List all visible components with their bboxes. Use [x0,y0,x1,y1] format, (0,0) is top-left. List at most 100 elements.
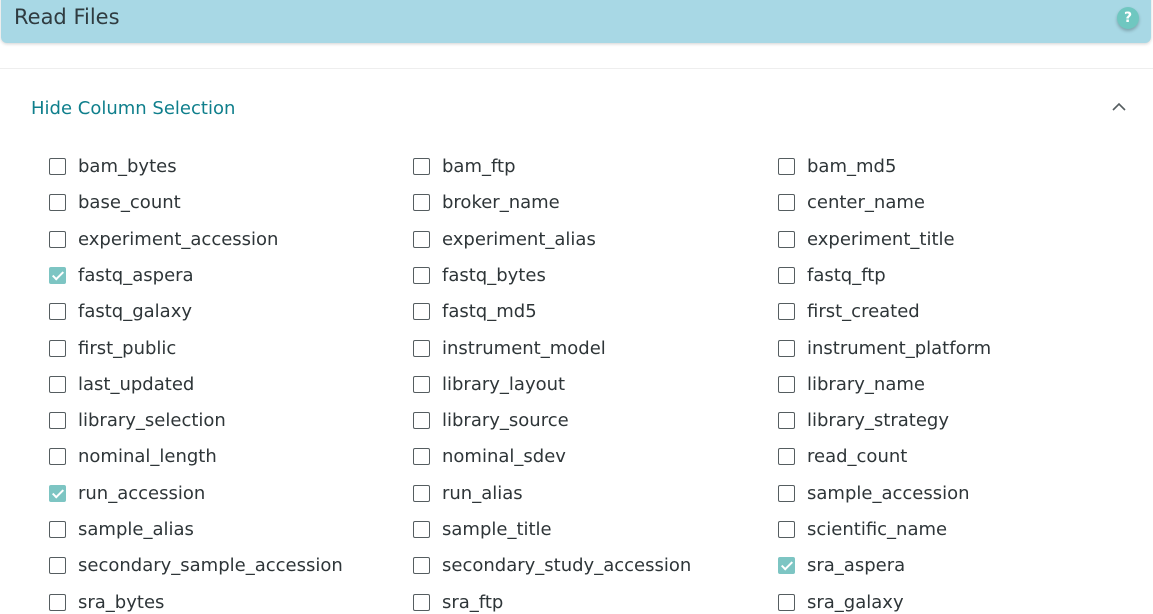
checkbox[interactable] [413,193,430,211]
column-option-scientific-name[interactable]: scientific_name [778,517,947,541]
checkbox[interactable] [413,375,430,393]
column-option-label: library_name [807,373,925,395]
checkbox[interactable] [778,520,795,538]
column-option-instrument-model[interactable]: instrument_model [413,336,606,360]
checkbox[interactable] [413,411,430,429]
column-option-experiment-alias[interactable]: experiment_alias [413,227,596,251]
column-option-label: instrument_model [442,337,606,359]
column-option-sample-accession[interactable]: sample_accession [778,481,970,505]
hide-column-selection-link[interactable]: Hide Column Selection [31,98,235,119]
column-option-last-updated[interactable]: last_updated [49,372,194,396]
checkbox[interactable] [413,484,430,502]
checkbox[interactable] [49,230,66,248]
column-option-instrument-platform[interactable]: instrument_platform [778,336,991,360]
column-option-fastq-aspera[interactable]: fastq_aspera [49,263,194,287]
checkbox[interactable] [413,266,430,284]
checkbox[interactable] [413,302,430,320]
checkbox[interactable] [778,193,795,211]
checkbox[interactable] [413,556,430,574]
column-option-label: library_source [442,409,569,431]
checkbox[interactable] [778,593,795,611]
checkbox[interactable] [413,447,430,465]
column-option-label: first_created [807,300,920,322]
column-option-bam-ftp[interactable]: bam_ftp [413,154,516,178]
checkbox[interactable] [49,375,66,393]
checkbox[interactable] [778,484,795,502]
column-option-label: library_strategy [807,409,949,431]
column-option-label: experiment_accession [78,228,279,250]
checkbox[interactable] [49,157,66,175]
checkbox[interactable] [49,193,66,211]
checkbox[interactable] [778,157,795,175]
column-option-label: sample_alias [78,518,194,540]
checkbox[interactable] [413,157,430,175]
checkbox[interactable] [49,411,66,429]
column-option-sample-alias[interactable]: sample_alias [49,517,194,541]
column-option-label: first_public [78,337,177,359]
column-option-library-strategy[interactable]: library_strategy [778,408,949,432]
column-option-secondary-sample-accession[interactable]: secondary_sample_accession [49,553,343,577]
column-option-nominal-sdev[interactable]: nominal_sdev [413,444,566,468]
checkbox-checked[interactable] [778,556,795,574]
column-option-label: fastq_galaxy [78,300,193,322]
checkbox[interactable] [778,230,795,248]
checkbox[interactable] [778,302,795,320]
column-option-label: sra_aspera [807,554,906,576]
checkbox[interactable] [49,556,66,574]
checkbox[interactable] [49,447,66,465]
column-option-run-accession[interactable]: run_accession [49,481,205,505]
chevron-up-icon[interactable] [1112,102,1126,112]
column-option-label: scientific_name [807,518,948,540]
column-option-label: last_updated [78,373,195,395]
checkbox[interactable] [413,520,430,538]
column-option-label: nominal_length [78,445,217,467]
column-option-bam-md5[interactable]: bam_md5 [778,154,896,178]
checkbox-checked[interactable] [49,266,66,284]
column-option-base-count[interactable]: base_count [49,190,181,214]
column-option-sra-ftp[interactable]: sra_ftp [413,590,503,614]
column-option-library-layout[interactable]: library_layout [413,372,565,396]
column-option-sra-galaxy[interactable]: sra_galaxy [778,590,904,614]
column-option-fastq-md5[interactable]: fastq_md5 [413,299,537,323]
column-option-library-name[interactable]: library_name [778,372,925,396]
column-option-center-name[interactable]: center_name [778,190,925,214]
checkbox[interactable] [778,266,795,284]
column-option-fastq-bytes[interactable]: fastq_bytes [413,263,546,287]
column-option-sra-bytes[interactable]: sra_bytes [49,590,164,614]
column-option-read-count[interactable]: read_count [778,444,907,468]
page-title: Read Files [14,5,120,29]
column-option-experiment-title[interactable]: experiment_title [778,227,955,251]
column-option-library-source[interactable]: library_source [413,408,569,432]
column-option-label: sra_ftp [442,591,504,613]
checkbox[interactable] [778,375,795,393]
column-option-first-public[interactable]: first_public [49,336,176,360]
checkbox[interactable] [49,593,66,611]
checkbox[interactable] [413,593,430,611]
column-option-first-created[interactable]: first_created [778,299,920,323]
column-option-nominal-length[interactable]: nominal_length [49,444,217,468]
column-option-run-alias[interactable]: run_alias [413,481,523,505]
column-option-label: base_count [78,191,181,213]
help-icon[interactable]: ? [1117,7,1139,29]
column-option-sra-aspera[interactable]: sra_aspera [778,553,905,577]
column-option-experiment-accession[interactable]: experiment_accession [49,227,278,251]
column-option-broker-name[interactable]: broker_name [413,190,560,214]
checkbox[interactable] [49,520,66,538]
checkbox[interactable] [778,447,795,465]
checkbox[interactable] [778,411,795,429]
checkbox[interactable] [413,230,430,248]
column-option-sample-title[interactable]: sample_title [413,517,552,541]
column-option-bam-bytes[interactable]: bam_bytes [49,154,177,178]
checkbox[interactable] [49,339,66,357]
column-option-label: run_accession [78,482,206,504]
checkbox[interactable] [49,302,66,320]
checkbox[interactable] [778,339,795,357]
column-option-library-selection[interactable]: library_selection [49,408,226,432]
checkbox-checked[interactable] [49,484,66,502]
column-option-fastq-galaxy[interactable]: fastq_galaxy [49,299,192,323]
column-option-label: sra_bytes [78,591,165,613]
checkbox[interactable] [413,339,430,357]
column-option-secondary-study-accession[interactable]: secondary_study_accession [413,553,691,577]
column-option-label: sample_title [442,518,552,540]
column-option-fastq-ftp[interactable]: fastq_ftp [778,263,886,287]
